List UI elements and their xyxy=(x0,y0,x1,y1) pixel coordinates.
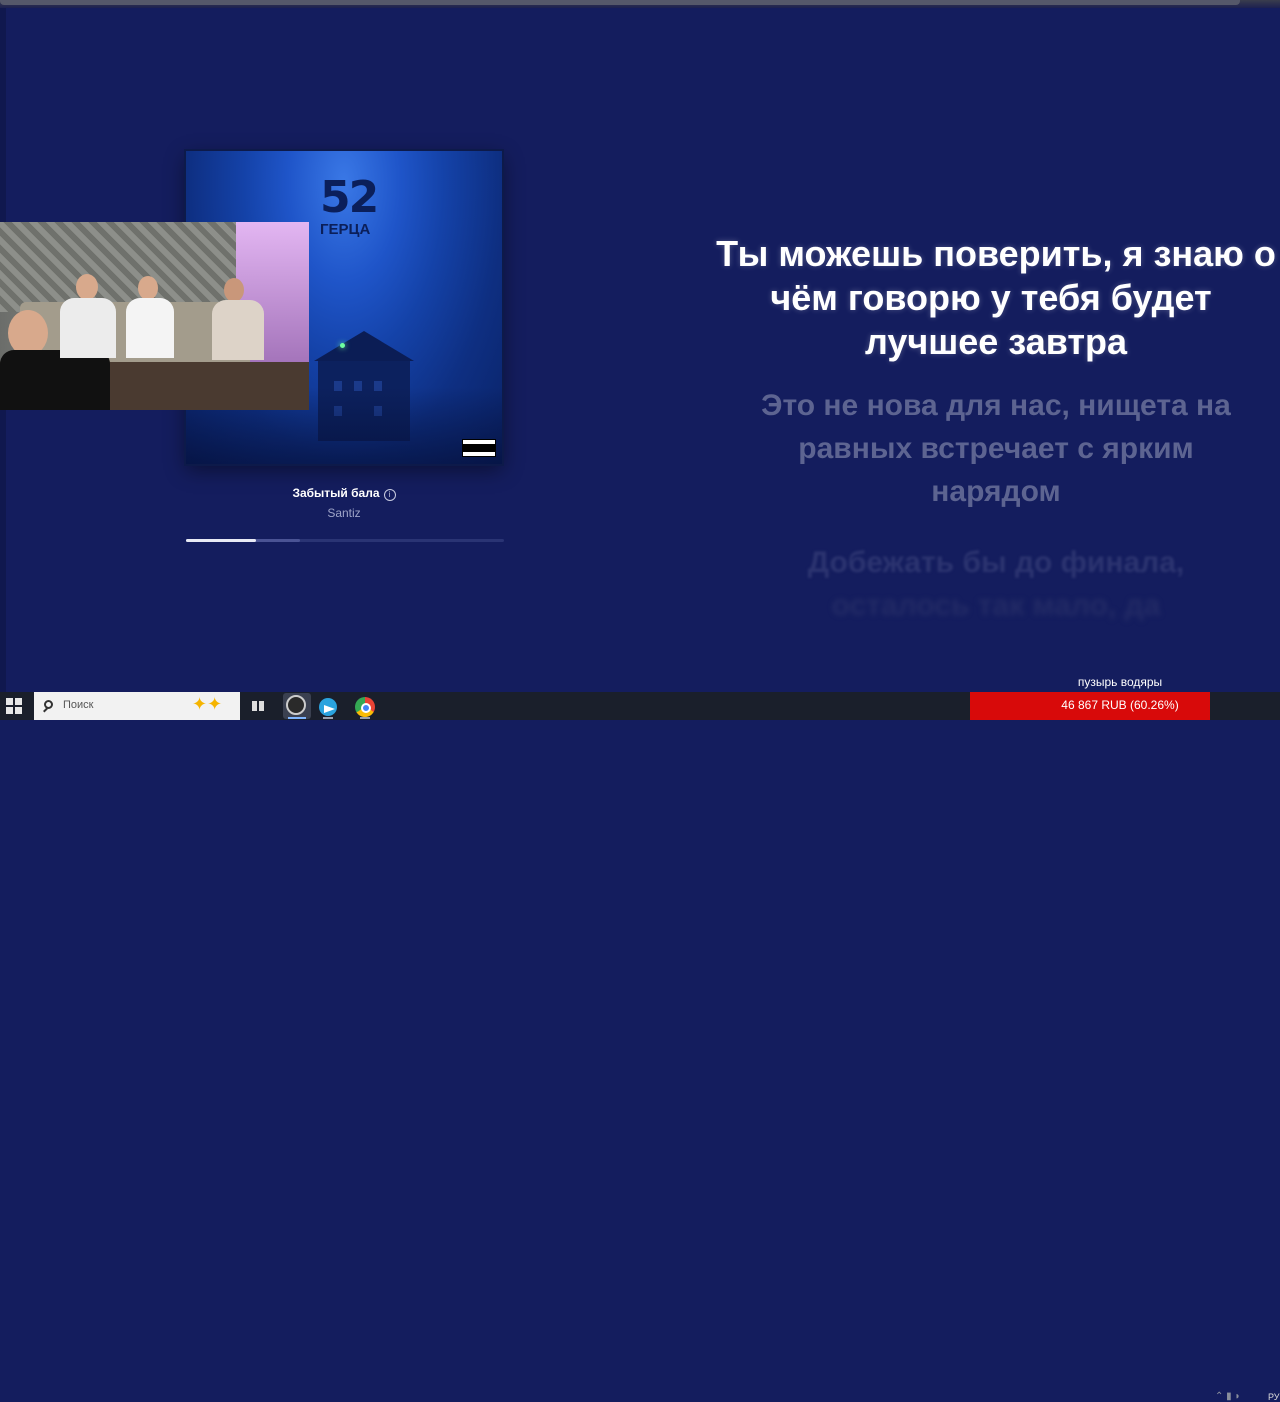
running-app-indicator xyxy=(323,717,333,719)
lyrics-panel: Ты можешь поверить, я знаю о чём говорю … xyxy=(660,228,1280,627)
track-artist[interactable]: Santiz xyxy=(186,506,502,520)
info-icon[interactable]: i xyxy=(383,489,396,501)
running-app-indicator xyxy=(360,717,370,719)
track-title-text: Забытый бала xyxy=(292,486,380,500)
window-top-bar xyxy=(0,0,1280,8)
parental-advisory-label xyxy=(462,439,496,457)
lyric-next-line: нарядом xyxy=(931,475,1061,508)
lyric-next-block: Это не нова для нас, нищета на равных вс… xyxy=(696,384,1280,513)
donation-goal-label: пузырь водяры xyxy=(1077,675,1163,689)
track-title[interactable]: Забытый бала i xyxy=(186,486,502,501)
webcam-overlay xyxy=(0,222,309,410)
browser-tab-strip xyxy=(0,0,1240,5)
task-view-icon[interactable] xyxy=(247,695,269,717)
lyric-next-line: Это не нова для нас, нищета на xyxy=(761,389,1231,422)
progress-fill xyxy=(186,539,256,542)
active-app-indicator xyxy=(288,717,306,719)
language-indicator[interactable]: РУ xyxy=(1268,1392,1280,1402)
cover-logo-word: ГЕРЦА xyxy=(320,221,371,238)
donation-goal-widget: пузырь водяры 46 867 RUB (60.26%) xyxy=(970,675,1210,720)
lyric-upcoming-line: осталось так мало, да xyxy=(831,589,1161,622)
chrome-icon[interactable] xyxy=(355,697,375,717)
system-tray-icons[interactable]: ⌃ ▮ ◗ xyxy=(1215,1391,1240,1402)
playback-progress-bar[interactable] xyxy=(186,539,504,542)
lyric-next-line: равных встречает с ярким xyxy=(798,432,1194,465)
taskbar-search-box[interactable]: Поиск ✦✦ xyxy=(34,692,240,720)
cover-logo: 52 ГЕРЦА xyxy=(320,172,379,253)
cover-logo-number: 52 xyxy=(320,172,379,223)
cover-green-light xyxy=(340,343,345,348)
telegram-icon[interactable] xyxy=(319,698,337,716)
search-icon xyxy=(44,700,53,709)
windows-start-icon[interactable] xyxy=(6,698,22,714)
obs-icon xyxy=(286,695,306,715)
lyric-upcoming-line: Добежать бы до финала, xyxy=(807,546,1185,579)
search-placeholder: Поиск xyxy=(63,699,94,711)
obs-taskbar-button[interactable] xyxy=(283,693,311,719)
lyric-upcoming-block: Добежать бы до финала, осталось так мало… xyxy=(696,541,1280,627)
donation-goal-amount: 46 867 RUB (60.26%) xyxy=(1061,698,1179,712)
copilot-sparkle-icon[interactable]: ✦✦ xyxy=(192,694,222,715)
